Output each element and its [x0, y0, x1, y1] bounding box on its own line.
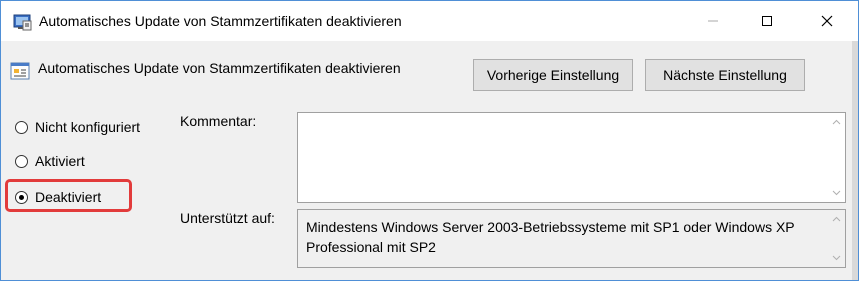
radio-label-enabled: Aktiviert: [35, 153, 85, 169]
radio-not-configured[interactable]: Nicht konfiguriert: [15, 117, 140, 137]
maximize-button[interactable]: [744, 1, 790, 41]
supported-scrollbar[interactable]: [828, 210, 845, 267]
highlight-annotation: [5, 179, 132, 212]
window-scrollbar-edge: [852, 41, 858, 280]
close-button[interactable]: [804, 1, 850, 41]
policy-settings-icon: [12, 12, 32, 32]
radio-circle[interactable]: [15, 154, 28, 168]
previous-setting-button[interactable]: Vorherige Einstellung: [473, 59, 633, 91]
minimize-button[interactable]: [690, 1, 736, 41]
comment-scrollbar[interactable]: [828, 113, 845, 202]
radio-enabled[interactable]: Aktiviert: [15, 151, 85, 171]
next-setting-button[interactable]: Nächste Einstellung: [645, 59, 805, 91]
window-title: Automatisches Update von Stammzertifikat…: [39, 13, 402, 29]
scroll-up-icon[interactable]: [832, 118, 841, 127]
comment-textarea[interactable]: [297, 112, 846, 203]
policy-title: Automatisches Update von Stammzertifikat…: [38, 60, 401, 76]
radio-circle[interactable]: [15, 120, 28, 134]
radio-label-not-configured: Nicht konfiguriert: [35, 119, 141, 135]
minimize-icon: [708, 20, 718, 22]
supported-on-box: Mindestens Windows Server 2003-Betriebss…: [297, 209, 846, 268]
scroll-up-icon[interactable]: [832, 215, 841, 224]
scroll-down-icon[interactable]: [832, 253, 841, 262]
policy-setting-icon: [10, 61, 30, 81]
close-icon: [821, 15, 833, 27]
comment-label: Kommentar:: [180, 113, 257, 129]
scroll-down-icon[interactable]: [832, 188, 841, 197]
supported-on-text: Mindestens Windows Server 2003-Betriebss…: [306, 219, 795, 255]
supported-on-label: Unterstützt auf:: [180, 210, 275, 226]
maximize-icon: [762, 16, 772, 26]
